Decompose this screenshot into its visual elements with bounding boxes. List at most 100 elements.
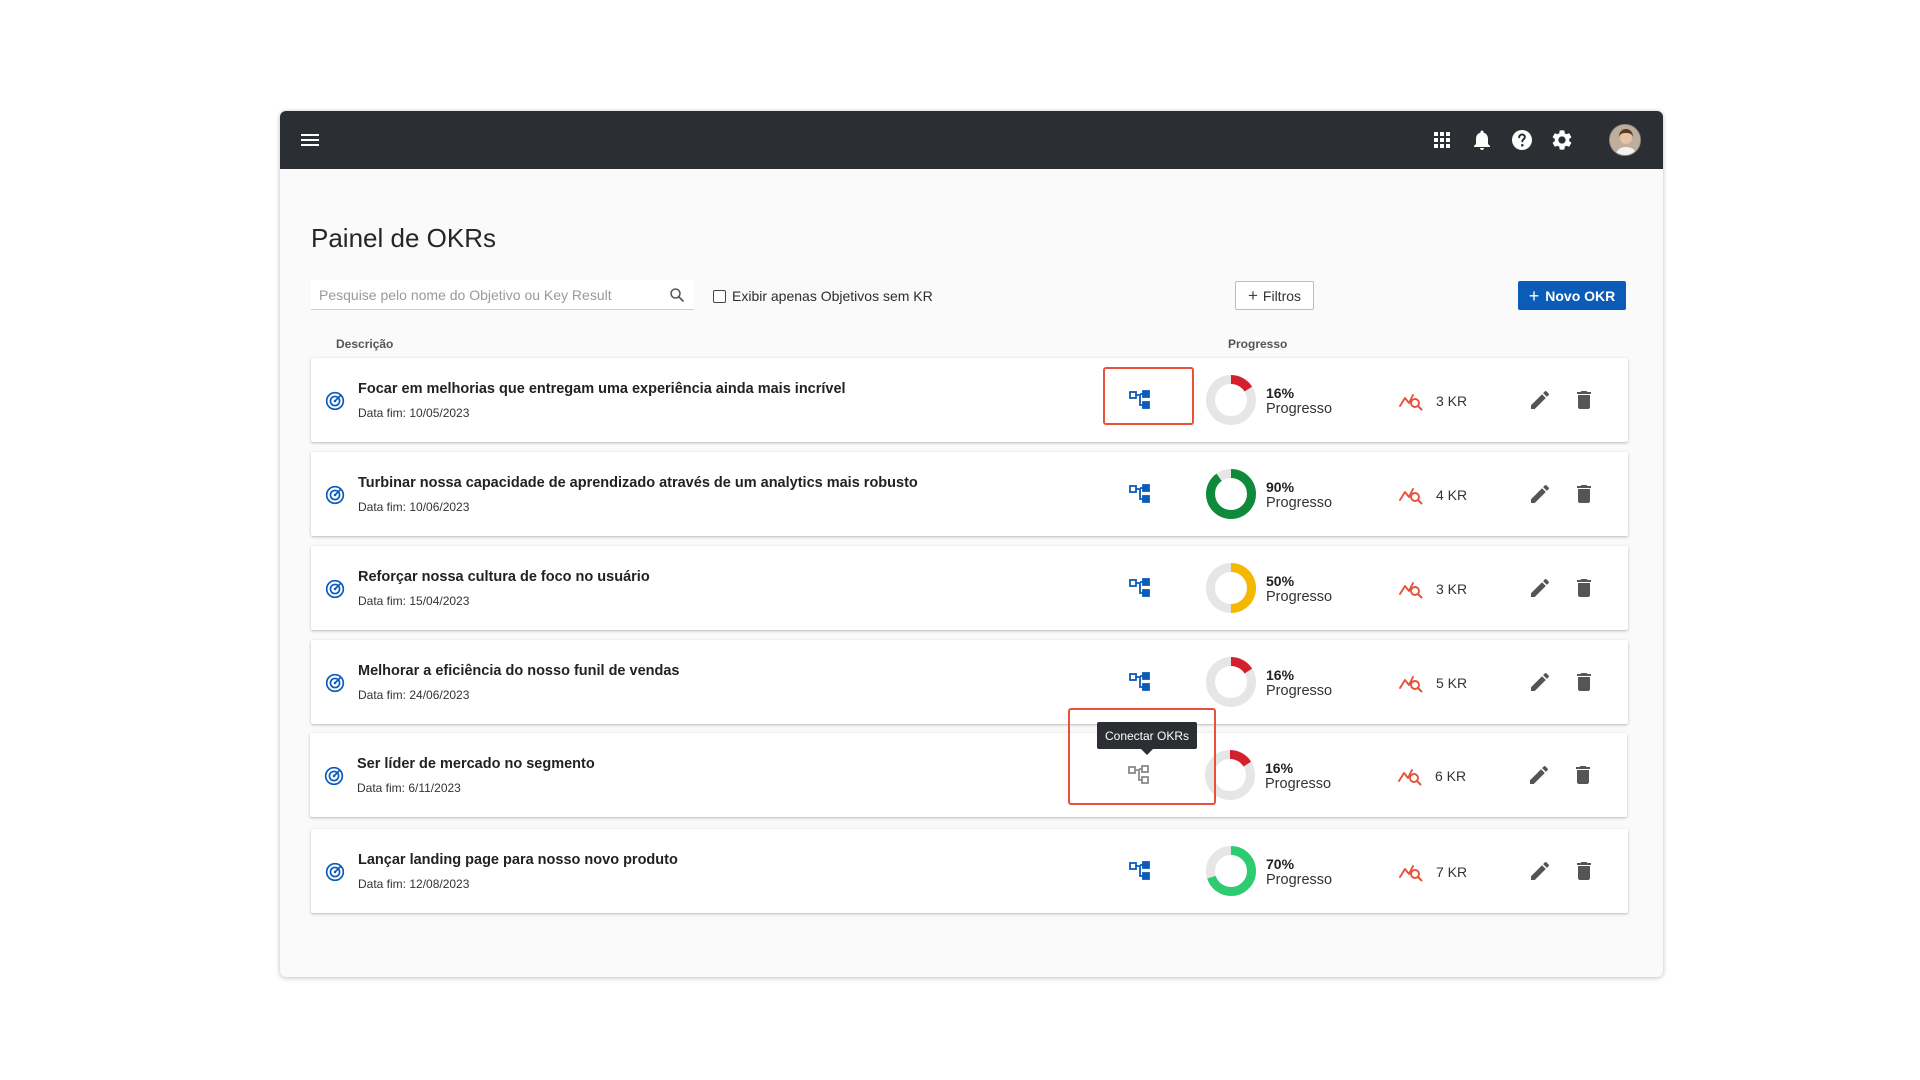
okr-title[interactable]: Lançar landing page para nosso novo prod… [358, 852, 678, 868]
progress-arc [1206, 469, 1256, 519]
user-avatar-icon [1610, 125, 1640, 155]
only-objectives-without-kr-checkbox[interactable]: Exibir apenas Objetivos sem KR [713, 287, 933, 305]
progress-percent: 16% [1266, 667, 1295, 683]
edit-icon[interactable] [1528, 576, 1552, 600]
tooltip-arrow [1141, 749, 1153, 755]
target-icon [325, 391, 345, 411]
okr-end-date: Data fim: 15/04/2023 [358, 594, 470, 608]
edit-icon[interactable] [1528, 388, 1552, 412]
column-header-progress: Progresso [1228, 337, 1288, 351]
connect-okrs-icon[interactable] [1128, 670, 1152, 694]
okr-card: Focar em melhorias que entregam uma expe… [311, 358, 1628, 442]
search-icon[interactable] [668, 286, 686, 304]
gear-icon[interactable] [1550, 128, 1574, 152]
edit-icon[interactable] [1528, 859, 1552, 883]
edit-icon[interactable] [1528, 482, 1552, 506]
progress-percent: 16% [1266, 385, 1295, 401]
key-results-icon[interactable] [1398, 764, 1422, 786]
search-input[interactable] [311, 280, 651, 310]
progress-percent: 50% [1266, 573, 1295, 589]
okr-card: Ser líder de mercado no segmento Data fi… [310, 733, 1627, 817]
okr-title[interactable]: Reforçar nossa cultura de foco no usuári… [358, 569, 650, 585]
new-okr-button[interactable]: + Novo OKR [1518, 281, 1626, 310]
progress-percent: 90% [1266, 479, 1295, 495]
progress-label: Progresso [1266, 683, 1333, 699]
connect-okrs-icon[interactable] [1127, 763, 1151, 787]
progress-label: Progresso [1266, 495, 1333, 511]
tooltip-connect-okrs: Conectar OKRs [1097, 722, 1197, 755]
okr-end-date: Data fim: 24/06/2023 [358, 688, 470, 702]
key-results-icon[interactable] [1399, 860, 1423, 882]
target-icon [325, 673, 345, 693]
key-results-count[interactable]: 3 KR [1436, 393, 1467, 409]
progress-percent: 70% [1266, 856, 1295, 872]
target-icon [324, 766, 344, 786]
help-icon[interactable] [1510, 128, 1534, 152]
target-icon [325, 485, 345, 505]
checkbox-label: Exibir apenas Objetivos sem KR [732, 288, 933, 304]
column-header-description: Descrição [336, 337, 394, 351]
delete-icon[interactable] [1572, 859, 1596, 883]
tooltip-text: Conectar OKRs [1104, 728, 1190, 743]
avatar[interactable] [1609, 124, 1641, 156]
key-results-icon[interactable] [1399, 389, 1423, 411]
plus-icon: + [1247, 286, 1258, 305]
progress-label: Progresso [1265, 776, 1332, 792]
delete-icon[interactable] [1572, 670, 1596, 694]
target-icon [325, 579, 345, 599]
okr-end-date: Data fim: 10/05/2023 [358, 406, 470, 420]
progress-donut [1206, 657, 1256, 707]
search-box [311, 280, 694, 310]
delete-icon[interactable] [1572, 576, 1596, 600]
progress-donut [1206, 846, 1256, 896]
okr-card: Lançar landing page para nosso novo prod… [311, 829, 1628, 913]
plus-icon: + [1528, 285, 1540, 306]
menu-icon[interactable] [298, 128, 322, 152]
edit-icon[interactable] [1527, 763, 1551, 787]
okr-end-date: Data fim: 12/08/2023 [358, 877, 470, 891]
okr-card: Melhorar a eficiência do nosso funil de … [311, 640, 1628, 724]
progress-label: Progresso [1266, 872, 1333, 888]
target-icon [325, 862, 345, 882]
okr-title[interactable]: Turbinar nossa capacidade de aprendizado… [358, 475, 918, 491]
key-results-count[interactable]: 6 KR [1435, 768, 1466, 784]
progress-percent: 16% [1265, 760, 1294, 776]
progress-donut [1205, 750, 1255, 800]
progress-label: Progresso [1266, 589, 1333, 605]
okr-title[interactable]: Focar em melhorias que entregam uma expe… [358, 381, 846, 397]
checkbox-box[interactable] [713, 289, 726, 303]
connect-okrs-icon[interactable] [1128, 482, 1152, 506]
key-results-icon[interactable] [1399, 483, 1423, 505]
progress-donut [1206, 375, 1256, 425]
connect-okrs-icon[interactable] [1128, 859, 1152, 883]
connect-okrs-icon[interactable] [1128, 388, 1152, 412]
key-results-icon[interactable] [1399, 671, 1423, 693]
filters-button[interactable]: + Filtros [1235, 281, 1314, 310]
progress-donut [1206, 563, 1256, 613]
key-results-count[interactable]: 7 KR [1436, 864, 1467, 880]
page-title: Painel de OKRs [311, 223, 496, 253]
bell-icon[interactable] [1470, 128, 1494, 152]
key-results-count[interactable]: 3 KR [1436, 581, 1467, 597]
filters-label: Filtros [1262, 287, 1302, 304]
key-results-count[interactable]: 4 KR [1436, 487, 1467, 503]
delete-icon[interactable] [1571, 763, 1595, 787]
okr-end-date: Data fim: 10/06/2023 [358, 500, 470, 514]
progress-label: Progresso [1266, 401, 1333, 417]
okr-title[interactable]: Melhorar a eficiência do nosso funil de … [358, 663, 680, 679]
okr-end-date: Data fim: 6/11/2023 [357, 781, 461, 795]
key-results-icon[interactable] [1399, 577, 1423, 599]
connect-okrs-icon[interactable] [1128, 576, 1152, 600]
delete-icon[interactable] [1572, 482, 1596, 506]
edit-icon[interactable] [1528, 670, 1552, 694]
key-results-count[interactable]: 5 KR [1436, 675, 1467, 691]
delete-icon[interactable] [1572, 388, 1596, 412]
okr-card: Reforçar nossa cultura de foco no usuári… [311, 546, 1628, 630]
okr-title[interactable]: Ser líder de mercado no segmento [357, 756, 595, 772]
new-okr-label: Novo OKR [1545, 287, 1616, 304]
apps-grid-icon[interactable] [1430, 128, 1454, 152]
okr-app-window: Painel de OKRs Exibir apenas Objetivos s… [280, 111, 1663, 977]
okr-card: Turbinar nossa capacidade de aprendizado… [311, 452, 1628, 536]
progress-donut [1206, 469, 1256, 519]
top-bar [280, 111, 1663, 169]
